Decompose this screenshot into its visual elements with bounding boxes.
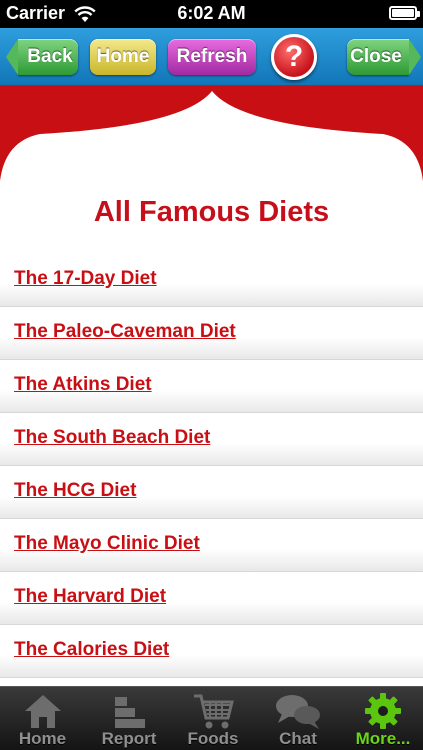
diet-link[interactable]: The Calories Diet <box>14 639 169 661</box>
tab-more[interactable]: More... <box>343 687 423 750</box>
header-decoration <box>0 86 423 181</box>
diet-link[interactable]: The 17-Day Diet <box>14 268 157 290</box>
gear-icon <box>365 693 401 729</box>
close-button[interactable]: Close <box>347 39 421 75</box>
chat-bubbles-icon <box>276 695 320 729</box>
clock: 6:02 AM <box>177 3 246 23</box>
toolbar: Back Home Refresh ? Close <box>0 28 423 86</box>
list-item: The Calories Diet <box>0 625 423 678</box>
diet-link[interactable]: The Paleo-Caveman Diet <box>14 321 236 343</box>
diet-link[interactable]: The Harvard Diet <box>14 586 166 608</box>
tab-report[interactable]: Report <box>85 687 173 750</box>
refresh-button[interactable]: Refresh <box>168 39 256 75</box>
home-button[interactable]: Home <box>90 39 156 75</box>
diet-list: The 17-Day Diet The Paleo-Caveman Diet T… <box>0 254 423 678</box>
list-item: The Paleo-Caveman Diet <box>0 307 423 360</box>
list-item: The 17-Day Diet <box>0 254 423 307</box>
diet-link[interactable]: The Mayo Clinic Diet <box>14 533 200 555</box>
list-item: The Atkins Diet <box>0 360 423 413</box>
tab-more-label: More... <box>355 729 411 748</box>
diet-link[interactable]: The South Beach Diet <box>14 427 210 449</box>
list-item: The Mayo Clinic Diet <box>0 519 423 572</box>
diet-link[interactable]: The HCG Diet <box>14 480 136 502</box>
diet-link[interactable]: The Atkins Diet <box>14 374 152 396</box>
tab-home-label: Home <box>18 729 67 748</box>
list-item: The South Beach Diet <box>0 413 423 466</box>
report-icon <box>115 697 145 728</box>
cart-icon <box>194 694 234 729</box>
tab-home[interactable]: Home <box>0 687 85 750</box>
battery-icon <box>389 6 420 20</box>
tab-bar: Home Report Foods Chat More... <box>0 686 423 750</box>
tab-chat[interactable]: Chat <box>253 687 343 750</box>
page-title: All Famous Diets <box>93 196 330 228</box>
list-item: The Harvard Diet <box>0 572 423 625</box>
tab-foods-label: Foods <box>187 729 239 748</box>
tab-chat-label: Chat <box>279 729 317 748</box>
tab-report-label: Report <box>101 729 157 748</box>
help-icon[interactable]: ? <box>271 34 317 80</box>
back-button[interactable]: Back <box>6 39 78 75</box>
house-icon <box>24 695 61 728</box>
tab-foods[interactable]: Foods <box>173 687 253 750</box>
content-area: All Famous Diets The 17-Day Diet The Pal… <box>0 86 423 686</box>
list-item: The HCG Diet <box>0 466 423 519</box>
status-bar: Carrier 6:02 AM <box>0 0 423 28</box>
